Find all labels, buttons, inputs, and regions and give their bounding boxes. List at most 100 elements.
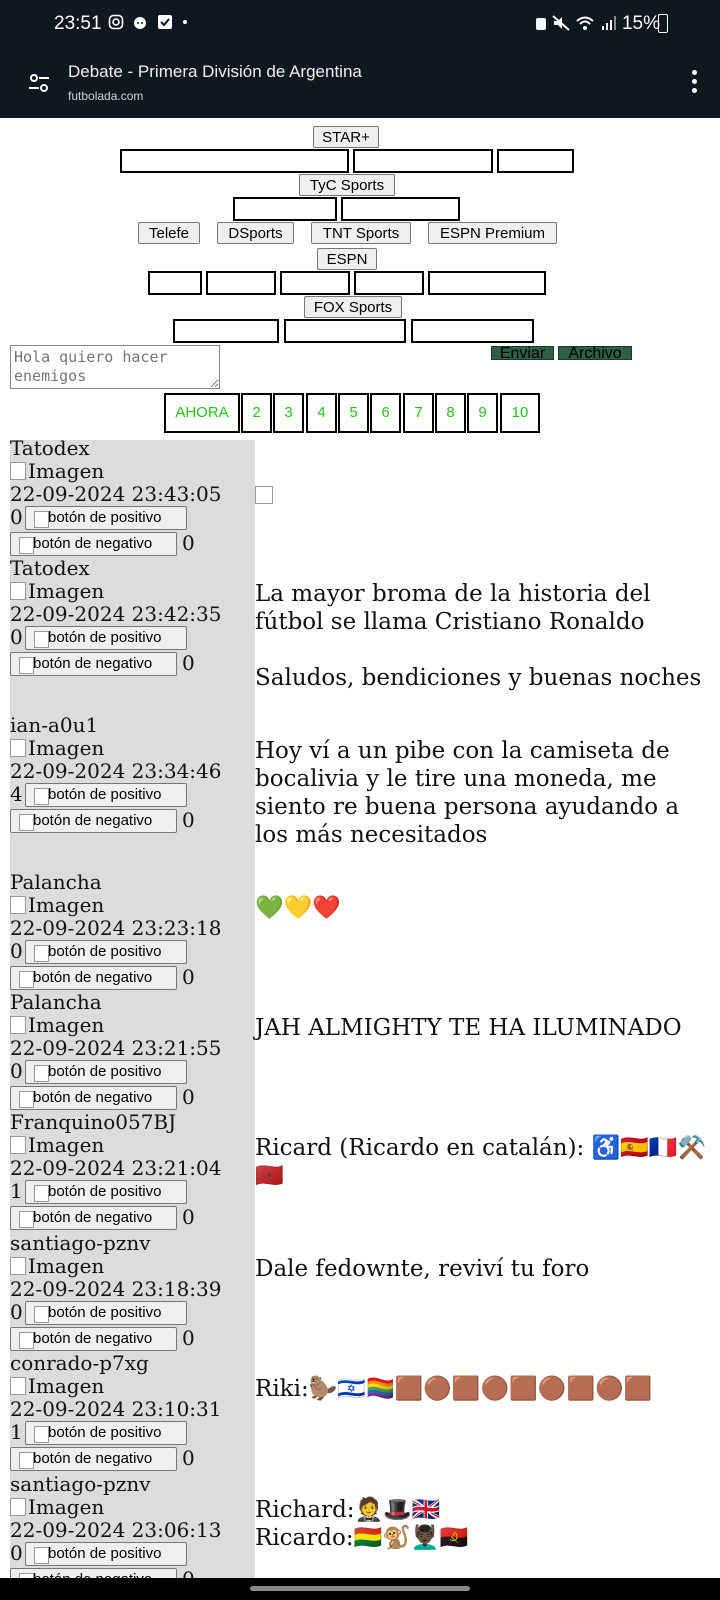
upvote-button[interactable]: botón de positivo xyxy=(25,506,187,530)
page-link[interactable]: 2 xyxy=(241,393,272,433)
browser-toolbar: Debate - Primera División de Argentina f… xyxy=(0,52,720,118)
channel-slot[interactable] xyxy=(341,197,460,221)
page-link[interactable]: 10 xyxy=(500,393,540,433)
battery-icon xyxy=(658,14,668,33)
espn-button[interactable]: ESPN xyxy=(317,248,377,270)
page-link[interactable]: 5 xyxy=(338,393,369,433)
downvote-button[interactable]: botón de negativo xyxy=(10,1086,177,1110)
positive-count: 0 xyxy=(10,1059,23,1083)
file-button[interactable]: Archivo xyxy=(558,346,632,362)
page-link[interactable]: 9 xyxy=(467,393,498,433)
negative-count: 0 xyxy=(182,1085,195,1109)
post-username[interactable]: santiago-pznv xyxy=(10,1231,151,1255)
downvote-button[interactable]: botón de negativo xyxy=(10,966,177,990)
battery-percent: 15% xyxy=(621,13,660,34)
instagram-icon xyxy=(108,14,124,30)
post-username[interactable]: Palancha xyxy=(10,870,102,894)
post-image xyxy=(255,486,273,504)
system-nav-bar xyxy=(0,1578,720,1600)
page-link-now[interactable]: AHORA xyxy=(164,393,240,433)
post-username[interactable]: Tatodex xyxy=(10,556,90,580)
upvote-button[interactable]: botón de positivo xyxy=(25,1180,187,1204)
avatar: Imagen xyxy=(10,893,104,917)
page-link[interactable]: 7 xyxy=(403,393,434,433)
post-username[interactable]: conrado-p7xg xyxy=(10,1351,149,1375)
channel-slot[interactable] xyxy=(353,149,493,173)
page-url[interactable]: futbolada.com xyxy=(68,89,143,103)
tnt-sports-button[interactable]: TNT Sports xyxy=(311,222,411,244)
page-link[interactable]: 4 xyxy=(306,393,337,433)
upvote-button[interactable]: botón de positivo xyxy=(25,783,187,807)
page-link[interactable]: 6 xyxy=(370,393,401,433)
channel-slot[interactable] xyxy=(173,319,279,343)
downvote-button[interactable]: botón de negativo xyxy=(10,652,177,676)
telefe-button[interactable]: Telefe xyxy=(138,222,200,244)
upvote-button[interactable]: botón de positivo xyxy=(25,940,187,964)
page-content: STAR+ TyC Sports Telefe DSports TNT Spor… xyxy=(0,118,720,1578)
channel-slot[interactable] xyxy=(120,149,349,173)
tyc-sports-button[interactable]: TyC Sports xyxy=(299,174,395,196)
post-text: Ricard (Ricardo en catalán): ♿🇪🇸🇫🇷⚒️🇲🇦 xyxy=(255,1135,707,1189)
channel-slot[interactable] xyxy=(284,319,406,343)
downvote-button[interactable]: botón de negativo xyxy=(10,809,177,833)
post-date: 22-09-2024 23:34:46 xyxy=(10,759,222,783)
page-link[interactable]: 3 xyxy=(273,393,304,433)
post-username[interactable]: santiago-pznv xyxy=(10,1472,151,1496)
status-time: 23:51 xyxy=(54,13,102,34)
post-username[interactable]: Tatodex xyxy=(10,436,90,460)
channel-slot[interactable] xyxy=(497,149,574,173)
negative-count: 0 xyxy=(182,1567,195,1578)
message-input[interactable] xyxy=(10,345,220,389)
post-text: Riki:🦫🇮🇱🏳️‍🌈🟫🟤🟫🟤🟫🟤🟫🟤🟫 xyxy=(255,1376,653,1402)
alarm-icon xyxy=(535,18,546,30)
channel-slot[interactable] xyxy=(354,271,424,295)
upvote-button[interactable]: botón de positivo xyxy=(25,1421,187,1445)
channel-slot[interactable] xyxy=(428,271,546,295)
positive-count: 0 xyxy=(10,625,23,649)
page-link[interactable]: 8 xyxy=(435,393,466,433)
site-settings-icon[interactable] xyxy=(28,72,50,94)
more-menu-icon[interactable] xyxy=(690,70,698,96)
channel-slot[interactable] xyxy=(148,271,202,295)
positive-count: 0 xyxy=(10,939,23,963)
status-right: 15% xyxy=(535,13,660,35)
downvote-button[interactable]: botón de negativo xyxy=(10,1206,177,1230)
channel-slot[interactable] xyxy=(206,271,276,295)
positive-count: 0 xyxy=(10,1300,23,1324)
avatar: Imagen xyxy=(10,736,104,760)
signal-icon xyxy=(601,16,616,30)
upvote-button[interactable]: botón de positivo xyxy=(25,1060,187,1084)
post-text: Hoy ví a un pibe con la camiseta de boca… xyxy=(255,738,687,848)
avatar: Imagen xyxy=(10,1133,104,1157)
downvote-button[interactable]: botón de negativo xyxy=(10,1447,177,1471)
star-plus-button[interactable]: STAR+ xyxy=(313,126,379,148)
post-date: 22-09-2024 23:21:55 xyxy=(10,1036,222,1060)
dsports-button[interactable]: DSports xyxy=(217,222,294,244)
send-button[interactable]: Enviar xyxy=(491,346,554,362)
home-gesture-handle[interactable] xyxy=(250,1586,470,1591)
downvote-button[interactable]: botón de negativo xyxy=(10,1568,177,1578)
dot-icon xyxy=(183,20,188,24)
negative-count: 0 xyxy=(182,965,195,989)
notification-icons xyxy=(108,14,189,33)
upvote-button[interactable]: botón de positivo xyxy=(25,626,187,650)
channel-slot[interactable] xyxy=(233,197,337,221)
upvote-button[interactable]: botón de positivo xyxy=(25,1542,187,1566)
upvote-button[interactable]: botón de positivo xyxy=(25,1301,187,1325)
positive-count: 1 xyxy=(10,1420,23,1444)
post-text: 💚💛❤️ xyxy=(255,895,341,921)
espn-premium-button[interactable]: ESPN Premium xyxy=(428,222,557,244)
downvote-button[interactable]: botón de negativo xyxy=(10,1327,177,1351)
mute-icon xyxy=(552,15,570,31)
post-date: 22-09-2024 23:21:04 xyxy=(10,1156,222,1180)
channel-slot[interactable] xyxy=(280,271,350,295)
negative-count: 0 xyxy=(182,1446,195,1470)
downvote-button[interactable]: botón de negativo xyxy=(10,532,177,556)
positive-count: 1 xyxy=(10,1179,23,1203)
page-title[interactable]: Debate - Primera División de Argentina xyxy=(68,62,362,82)
channel-slot[interactable] xyxy=(411,319,534,343)
fox-sports-button[interactable]: FOX Sports xyxy=(304,296,402,318)
post-username[interactable]: Palancha xyxy=(10,990,102,1014)
post-username[interactable]: Franquino057BJ xyxy=(10,1110,176,1134)
post-username[interactable]: ian-a0u1 xyxy=(10,713,98,737)
